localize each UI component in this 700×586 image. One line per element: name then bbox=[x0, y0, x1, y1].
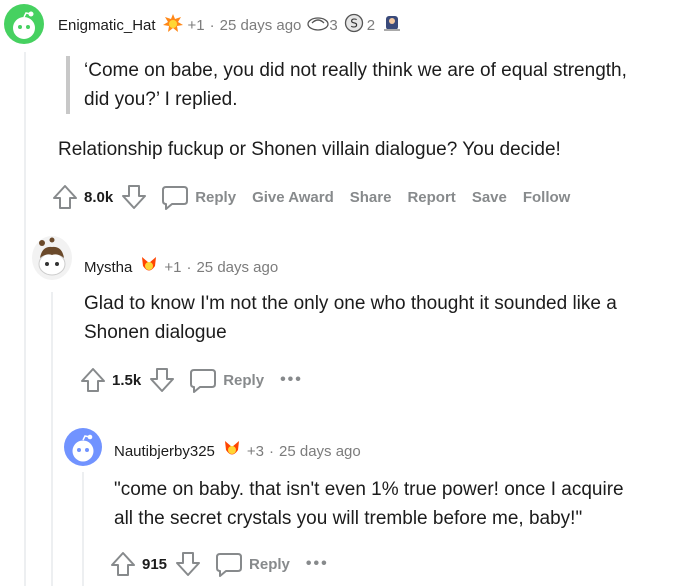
silver-coin-icon[interactable]: S bbox=[344, 13, 364, 38]
timestamp[interactable]: 25 days ago bbox=[279, 443, 361, 460]
username[interactable]: Enigmatic_Hat bbox=[58, 17, 156, 34]
score: 1.5k bbox=[112, 371, 142, 389]
avatar[interactable] bbox=[4, 4, 44, 44]
comment-text-line-1: "come on baby. that isn't even 1% true p… bbox=[114, 479, 624, 500]
quote-line-2: did you?’ I replied. bbox=[84, 89, 238, 110]
downvote-icon[interactable] bbox=[121, 183, 147, 211]
reply-label: Reply bbox=[249, 555, 290, 573]
thread-line-3[interactable] bbox=[82, 472, 84, 586]
score: 915 bbox=[142, 555, 168, 573]
avatar[interactable] bbox=[64, 428, 102, 466]
thread-line-2[interactable] bbox=[51, 292, 53, 586]
award-count: +3 bbox=[246, 443, 265, 460]
award-count-2: 3 bbox=[329, 17, 338, 34]
comment-text: Relationship fuckup or Shonen villain di… bbox=[58, 139, 561, 160]
reply-label: Reply bbox=[223, 371, 265, 389]
reply-button[interactable]: Reply bbox=[161, 184, 236, 210]
comment-icon bbox=[190, 369, 217, 393]
downvote-icon[interactable] bbox=[149, 366, 175, 394]
award-icon[interactable] bbox=[221, 438, 243, 465]
comment-icon bbox=[216, 553, 243, 577]
award-icon-2[interactable] bbox=[307, 14, 330, 37]
save-button[interactable]: Save bbox=[472, 189, 507, 206]
thread-line-1[interactable] bbox=[24, 52, 26, 586]
award-icon[interactable] bbox=[162, 12, 184, 39]
comment-icon bbox=[162, 186, 189, 210]
award-icon[interactable] bbox=[138, 254, 160, 281]
username[interactable]: Nautibjerby325 bbox=[114, 443, 215, 460]
upvote-icon[interactable] bbox=[110, 550, 136, 578]
snoo-avatar-icon bbox=[38, 237, 66, 276]
award-count-3: 2 bbox=[366, 17, 376, 34]
share-button[interactable]: Share bbox=[350, 189, 392, 206]
comment-text: "come on baby. that isn't even 1% true p… bbox=[114, 475, 696, 533]
give-award-button[interactable]: Give Award bbox=[252, 189, 334, 206]
follow-button[interactable]: Follow bbox=[523, 189, 571, 206]
award-count: +1 bbox=[164, 259, 182, 276]
upvote-icon[interactable] bbox=[80, 366, 106, 394]
separator: · bbox=[269, 443, 275, 460]
snoo-avatar-icon bbox=[13, 11, 35, 39]
report-button[interactable]: Report bbox=[407, 189, 455, 206]
more-options-button[interactable]: ••• bbox=[306, 555, 329, 573]
reply-button[interactable]: Reply bbox=[189, 367, 264, 393]
username[interactable]: Mystha bbox=[84, 259, 132, 276]
svg-text:S: S bbox=[350, 17, 358, 31]
score: 8.0k bbox=[84, 188, 114, 206]
timestamp[interactable]: 25 days ago bbox=[220, 17, 302, 34]
award-icon-3[interactable] bbox=[381, 12, 403, 39]
comment-text-line-2: all the secret crystals you will tremble… bbox=[114, 508, 583, 529]
reply-label: Reply bbox=[195, 188, 237, 206]
quote-line-1: ‘Come on babe, you did not really think … bbox=[84, 60, 627, 81]
more-options-button[interactable]: ••• bbox=[280, 371, 303, 389]
upvote-icon[interactable] bbox=[52, 183, 78, 211]
downvote-icon[interactable] bbox=[175, 550, 201, 578]
comment-text-line-1: Glad to know I'm not the only one who th… bbox=[84, 293, 617, 314]
quote-block: ‘Come on babe, you did not really think … bbox=[66, 56, 700, 114]
snoo-avatar-icon bbox=[72, 434, 94, 462]
separator: · bbox=[209, 17, 215, 34]
comment-text-line-2: Shonen dialogue bbox=[84, 322, 227, 343]
avatar[interactable] bbox=[32, 236, 72, 280]
comment-text: Glad to know I'm not the only one who th… bbox=[84, 289, 696, 347]
comment-actions: 915 Reply ••• bbox=[110, 549, 329, 579]
comment-actions: 8.0k Reply Give Award Share Report Save … bbox=[52, 182, 586, 212]
award-count: +1 bbox=[187, 17, 205, 34]
reply-button[interactable]: Reply bbox=[215, 551, 290, 577]
separator: · bbox=[186, 259, 192, 276]
timestamp[interactable]: 25 days ago bbox=[196, 259, 278, 276]
comment-actions: 1.5k Reply ••• bbox=[80, 365, 303, 395]
